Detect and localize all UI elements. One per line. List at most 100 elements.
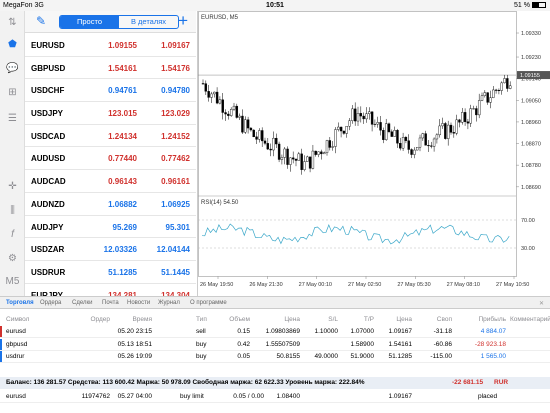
tab-2[interactable]: Ордера (40, 300, 61, 306)
time-tick-label: 27 May 00:10 (299, 282, 332, 288)
quote-bid[interactable]: 123.015 (108, 109, 137, 118)
price-chart[interactable]: 1.09330 1.09230 1.09140 1.09050 1.08960 1.088… (197, 11, 550, 296)
chat-icon[interactable]: 💬 (4, 61, 21, 77)
segment-simple[interactable]: Просто (60, 16, 119, 28)
candle-body (393, 130, 396, 137)
quotes-icon[interactable]: ⇅ (4, 15, 21, 31)
pending-type: buy limit (180, 393, 204, 400)
new-window-icon[interactable]: ⊞ (4, 85, 21, 101)
quote-row[interactable]: AUDCAD 0.96143 0.96161 (25, 170, 196, 193)
candle-body (277, 143, 281, 160)
candle-body (308, 156, 312, 169)
quote-bid[interactable]: 95.269 (113, 223, 137, 232)
indicator-icon[interactable]: f (4, 227, 21, 243)
tab-4[interactable]: Почта (102, 300, 119, 306)
crosshair-icon[interactable]: ✛ (4, 179, 21, 195)
cell-volume: 0.15 (237, 328, 250, 335)
header-swap: Своп (436, 316, 452, 323)
pending-order-row[interactable]: eurusd 11974762 05.27 04:00 buy limit 0.05 /… (0, 391, 550, 403)
row-marker (0, 338, 2, 350)
view-segment: Просто В деталях (59, 15, 179, 29)
candle-body (353, 108, 357, 122)
cell-type: buy (196, 340, 207, 348)
quote-ask[interactable]: 1.06925 (161, 200, 190, 209)
quote-row[interactable]: AUDUSD 0.77440 0.77462 (25, 147, 196, 171)
quote-bid[interactable]: 0.96143 (108, 177, 137, 186)
quote-ask[interactable]: 1.09167 (161, 41, 190, 50)
quote-ask[interactable]: 12.04144 (157, 245, 190, 254)
edit-icon[interactable]: ✎ (36, 14, 46, 28)
header-time: Время (132, 316, 152, 323)
quote-row[interactable]: USDRUR 51.1285 51.1445 (25, 261, 196, 284)
trade-icon[interactable]: ⬟ (4, 37, 21, 53)
candle-body (410, 149, 413, 155)
cell-type: sell (196, 328, 206, 335)
segment-detail[interactable]: В деталях (119, 16, 178, 28)
quote-row[interactable]: USDCHF 0.94761 0.94780 (25, 79, 196, 103)
history-icon[interactable]: ☰ (4, 111, 21, 127)
cell-sl: 49.0000 (314, 353, 339, 360)
price-tick-label: 1.08960 (521, 120, 541, 126)
quote-row[interactable]: USDZAR 12.03326 12.04144 (25, 238, 196, 261)
quote-ask[interactable]: 1.24152 (161, 132, 190, 141)
candle-body (300, 153, 303, 170)
close-icon[interactable]: ✕ (539, 300, 544, 307)
quote-row[interactable]: AUDJPY 95.269 95.301 (25, 216, 196, 239)
quote-bid[interactable]: 51.1285 (108, 268, 137, 277)
quote-bid[interactable]: 0.77440 (108, 154, 137, 163)
quote-bid[interactable]: 0.94761 (108, 86, 137, 95)
candle-body (246, 119, 250, 129)
quote-ask[interactable]: 0.77462 (161, 154, 190, 163)
quotes-toolbar: ✎ Просто В деталях + (25, 11, 196, 33)
cell-cur: 1.09167 (388, 328, 413, 335)
quote-row[interactable]: AUDNZD 1.06882 1.06925 (25, 193, 196, 216)
candle-body (430, 145, 433, 147)
chart-canvas[interactable]: 1.093301.092301.091401.090501.089601.088… (198, 11, 550, 296)
quote-row[interactable]: EURUSD 1.09155 1.09167 (25, 34, 196, 57)
candle-body (325, 140, 329, 153)
cell-profit: -28 923.18 (474, 340, 506, 348)
tab-7[interactable]: О программе (190, 300, 227, 306)
quote-bid[interactable]: 1.24134 (108, 132, 137, 141)
quote-bid[interactable]: 1.06882 (108, 200, 137, 209)
candles-icon[interactable]: ⫼ (4, 203, 21, 219)
quote-ask[interactable]: 1.54176 (161, 64, 190, 73)
cell-swap: -31.18 (433, 328, 452, 335)
candle-body (289, 157, 292, 165)
candle-body (508, 85, 512, 89)
candle-body (503, 78, 506, 84)
quote-row[interactable]: USDCAD 1.24134 1.24152 (25, 125, 196, 148)
table-row[interactable]: gbpusd 05.13 18:51 buy 0.42 1.55507509 1.5890… (0, 338, 550, 351)
tab-6[interactable]: Журнал (158, 300, 180, 306)
quote-ask[interactable]: 95.301 (166, 223, 190, 232)
add-symbol-icon[interactable]: + (178, 11, 188, 31)
candle-body (297, 153, 301, 161)
candle-body (368, 111, 371, 114)
status-bar: MegaFon 3G 10:51 51 % (0, 0, 550, 11)
tab-3[interactable]: Сделки (72, 300, 92, 306)
table-row[interactable]: eurusd 05.20 23:15 sell 0.15 1.09803869 1.100… (0, 326, 550, 338)
quote-bid[interactable]: 12.03326 (104, 245, 137, 254)
tab-5[interactable]: Новости (127, 300, 150, 306)
candle-body (494, 89, 498, 91)
tab-1[interactable]: Торговля (6, 300, 34, 306)
candle-body (263, 140, 267, 144)
objects-icon[interactable]: ⚙ (4, 251, 21, 267)
quote-ask[interactable]: 0.94780 (161, 86, 190, 95)
terminal-tabs: Торговля Ордера Сделки Почта Новости Журнал О … (0, 296, 550, 309)
timeframe-icon[interactable]: M5 (4, 274, 21, 290)
quote-ask[interactable]: 0.96161 (161, 177, 190, 186)
candle-body (255, 136, 258, 140)
quote-ask[interactable]: 51.1445 (161, 268, 190, 277)
cell-price: 50.8155 (276, 353, 301, 360)
quote-bid[interactable]: 1.09155 (108, 41, 137, 50)
price-tick-label: 1.08870 (521, 142, 541, 148)
quote-row[interactable]: USDJPY 123.015 123.029 (25, 102, 196, 125)
table-row[interactable]: usdrur 05.26 19:09 buy 0.05 50.8155 49.0000 51… (0, 351, 550, 363)
header-symbol: Символ (6, 316, 30, 323)
quote-ask[interactable]: 123.029 (161, 109, 190, 118)
quote-row[interactable]: GBPUSD 1.54161 1.54176 (25, 57, 196, 80)
candle-body (269, 148, 272, 151)
candle-body (455, 119, 458, 134)
quote-bid[interactable]: 1.54161 (108, 64, 137, 73)
